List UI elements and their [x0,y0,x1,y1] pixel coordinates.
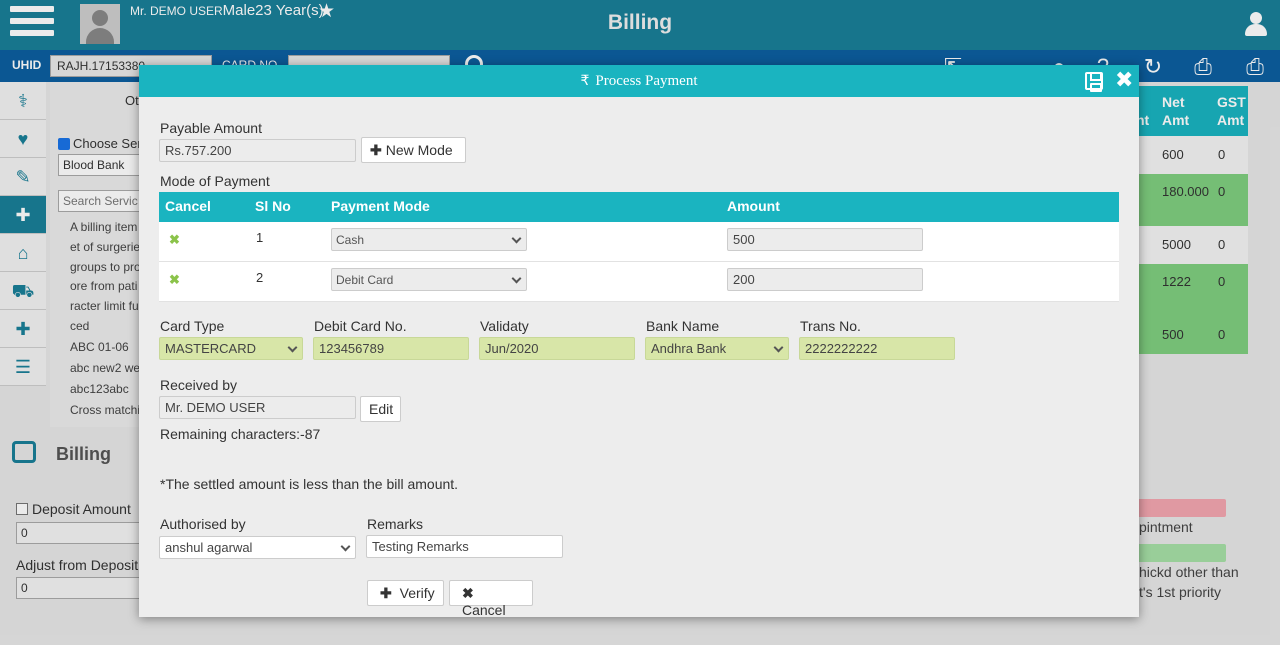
plus-icon: ✚ [370,142,382,158]
table-header: Cancel Sl No Payment Mode Amount [159,192,1119,222]
chevron-down-icon [511,233,522,244]
payment-amount-input[interactable]: 200 [727,268,923,291]
authorised-by-select[interactable]: anshul agarwal [159,536,356,559]
column-header: Sl No [255,198,291,214]
payment-mode-select[interactable]: Debit Card [331,268,527,291]
plus-icon: ✚ [380,585,392,601]
trans-no-label: Trans No. [800,318,861,334]
chevron-down-icon [511,273,522,284]
debit-card-no-label: Debit Card No. [314,318,407,334]
bank-name-select[interactable]: Andhra Bank [645,337,789,360]
column-header: Amount [727,198,780,214]
column-header: Cancel [165,198,211,214]
sl-no: 1 [256,230,264,245]
settled-amount-note: *The settled amount is less than the bil… [160,476,459,492]
validity-label: Validaty [480,318,529,334]
mode-of-payment-label: Mode of Payment [160,173,270,189]
trans-no-input[interactable]: 2222222222 [799,337,955,360]
payment-amount-input[interactable]: 500 [727,228,923,251]
save-icon[interactable] [1085,72,1103,92]
sl-no: 2 [256,270,264,285]
close-icon: ✖ [462,585,474,601]
process-payment-modal: ₹ Process Payment ✖ Payable Amount Rs.757… [139,65,1139,618]
payable-amount-input[interactable]: Rs.757.200 [159,139,356,162]
table-row: ✖ 2 Debit Card 200 [159,262,1119,302]
payment-modes-table: Cancel Sl No Payment Mode Amount ✖ 1 Cas… [159,192,1119,302]
debit-card-no-input[interactable]: 123456789 [313,337,469,360]
close-icon[interactable]: ✖ [1115,68,1133,94]
card-type-label: Card Type [160,318,225,334]
remarks-input[interactable]: Testing Remarks [366,535,563,558]
bank-name-label: Bank Name [646,318,720,334]
new-mode-button[interactable]: ✚ New Mode [361,137,466,163]
received-by-input[interactable]: Mr. DEMO USER [159,396,356,419]
cancel-row-icon[interactable]: ✖ [169,272,180,288]
chevron-down-icon [340,541,351,552]
column-header: Payment Mode [331,198,430,214]
authorised-by-label: Authorised by [160,516,246,532]
chevron-down-icon [287,342,298,353]
payable-amount-label: Payable Amount [160,120,262,136]
remaining-characters: Remaining characters:-87 [160,426,321,442]
cancel-button[interactable]: ✖ Cancel [449,580,533,618]
edit-button[interactable]: Edit [360,396,401,422]
remarks-label: Remarks [367,516,424,532]
modal-header: ₹ Process Payment [139,65,1139,97]
modal-title: Process Payment [595,73,698,89]
table-row: ✖ 1 Cash 500 [159,222,1119,262]
verify-button[interactable]: ✚ Verify [367,580,444,606]
card-type-select[interactable]: MASTERCARD [159,337,303,360]
chevron-down-icon [773,342,784,353]
cancel-row-icon[interactable]: ✖ [169,232,180,248]
validity-input[interactable]: Jun/2020 [479,337,635,360]
payment-mode-select[interactable]: Cash [331,228,527,251]
rupee-icon: ₹ [580,73,590,89]
received-by-label: Received by [160,377,238,393]
